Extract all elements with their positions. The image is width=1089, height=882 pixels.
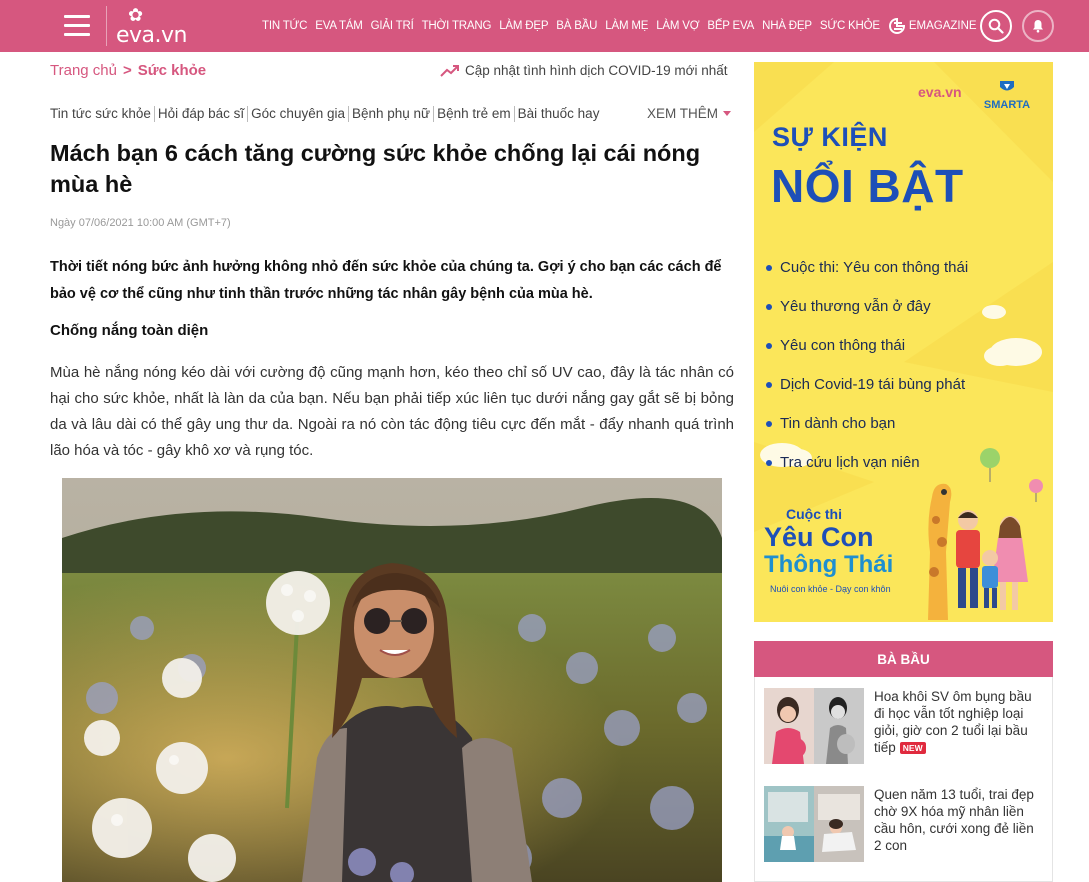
banner-event-label: Dịch Covid-19 tái bùng phát [780,376,966,393]
bullet-icon [766,342,772,349]
banner-event-label: Tra cứu lịch vạn niên [780,454,920,471]
new-badge: NEW [899,742,926,754]
breadcrumb: Trang chủ > Sức khỏe [50,62,206,79]
header-divider [106,6,107,46]
nav-bep-eva[interactable]: BẾP EVA [707,20,754,32]
list-item[interactable]: Quen năm 13 tuổi, trai đẹp chờ 9X hóa mỹ… [764,786,1044,862]
subnav-hoi-dap-bac-si[interactable]: Hỏi đáp bác sĩ [155,106,249,122]
nav-eva-tam[interactable]: EVA TÁM [315,20,363,32]
breadcrumb-home[interactable]: Trang chủ [50,62,117,79]
contest-line1: Cuộc thi [786,506,842,522]
bullet-icon [766,303,772,310]
news-title: Hoa khôi SV ôm bụng bầu đi học vẫn tốt n… [874,689,1032,755]
news-thumbnail[interactable] [764,786,864,862]
trending-up-icon [440,64,459,77]
nav-lam-dep[interactable]: LÀM ĐẸP [499,20,548,32]
top-navigation-bar: ✿ eva.vn TIN TỨC EVA TÁM GIẢI TRÍ THỜI T… [0,0,1089,52]
banner-event-item[interactable]: Dịch Covid-19 tái bùng phát [766,365,968,404]
nav-emagazine[interactable]: EMAGAZINE [888,18,977,34]
search-button[interactable] [980,10,1012,42]
smarta-shield-icon [1000,81,1014,91]
nav-thoi-trang[interactable]: THỜI TRANG [422,20,492,32]
list-item[interactable]: Hoa khôi SV ôm bụng bầu đi học vẫn tốt n… [764,688,1044,764]
nav-nha-dep[interactable]: NHÀ ĐẸP [762,20,812,32]
bullet-icon [766,420,772,427]
article-paragraph: Mùa hè nắng nóng kéo dài với cường độ cũ… [50,364,734,459]
banner-event-item[interactable]: Yêu con thông thái [766,326,968,365]
contest-tagline: Nuôi con khỏe - Dạy con khôn [770,584,891,594]
bell-icon [1033,20,1043,33]
nav-lam-vo[interactable]: LÀM VỢ [656,20,699,32]
banner-smarta-logo: SMARTA [978,80,1036,111]
banner-event-label: Yêu con thông thái [780,337,906,354]
nav-tin-tuc[interactable]: TIN TỨC [262,20,307,32]
bullet-icon [766,381,772,388]
bullet-icon [766,459,772,466]
subnav-bai-thuoc-hay[interactable]: Bài thuốc hay [515,106,603,122]
search-icon [988,18,1004,34]
banner-eva-logo: eva.vn [918,84,962,100]
article-subheading: Chống nắng toàn diện [50,322,209,339]
banner-event-item[interactable]: Yêu thương vẫn ở đây [766,287,968,326]
site-logo[interactable]: ✿ eva.vn [116,5,188,48]
nav-ba-bau[interactable]: BÀ BẦU [556,20,597,32]
hamburger-icon[interactable] [64,15,90,37]
news-title-link[interactable]: Hoa khôi SV ôm bụng bầu đi học vẫn tốt n… [874,688,1044,764]
news-thumbnail[interactable] [764,688,864,764]
subnav-tin-tuc-suc-khoe[interactable]: Tin tức sức khỏe [50,106,155,122]
subnav-goc-chuyen-gia[interactable]: Góc chuyên gia [248,106,349,122]
logo-text: eva.vn [116,23,188,48]
emagazine-icon [888,18,905,34]
see-more-label: XEM THÊM [647,106,719,121]
nav-suc-khoe[interactable]: SỨC KHỎE [820,20,880,32]
banner-event-label: Yêu thương vẫn ở đây [780,298,931,315]
emagazine-label: EMAGAZINE [908,20,977,32]
banner-event-item[interactable]: Cuộc thi: Yêu con thông thái [766,248,968,287]
article-lead: Thời tiết nóng bức ảnh hưởng không nhỏ đ… [50,259,722,302]
article-title: Mách bạn 6 cách tăng cường sức khỏe chốn… [50,140,701,197]
breadcrumb-current[interactable]: Sức khỏe [138,62,206,79]
covid-link-text: Cập nhật tình hình dịch COVID-19 mới nhấ… [465,63,728,78]
main-nav: TIN TỨC EVA TÁM GIẢI TRÍ THỜI TRANG LÀM … [258,0,977,52]
news-title-link[interactable]: Quen năm 13 tuổi, trai đẹp chờ 9X hóa mỹ… [874,786,1044,862]
banner-title-line1: SỰ KIỆN [772,122,888,152]
banner-title-line2: NỔI BẬT [771,160,964,212]
covid-update-link[interactable]: Cập nhật tình hình dịch COVID-19 mới nhấ… [440,63,728,78]
contest-line2: Yêu Con [764,522,874,552]
category-subnav: Tin tức sức khỏe Hỏi đáp bác sĩ Góc chuy… [50,106,602,122]
contest-line3: Thông Thái [764,551,894,578]
bullet-icon [766,264,772,271]
nav-lam-me[interactable]: LÀM MẸ [605,20,648,32]
subnav-benh-phu-nu[interactable]: Bệnh phụ nữ [349,106,435,122]
nav-giai-tri[interactable]: GIẢI TRÍ [371,20,414,32]
notifications-button[interactable] [1022,10,1054,42]
article-image [62,478,722,882]
breadcrumb-separator: > [122,62,132,79]
banner-event-label: Tin dành cho bạn [780,415,896,432]
article-date: Ngày 07/06/2021 10:00 AM (GMT+7) [50,217,231,229]
featured-events-banner[interactable]: eva.vn SMARTA SỰ KIỆN NỔI BẬT Cuộc thi: … [754,62,1053,622]
banner-event-label: Cuộc thi: Yêu con thông thái [780,259,969,276]
caret-down-icon [723,111,732,116]
see-more-dropdown[interactable]: XEM THÊM [647,106,732,121]
smarta-label: SMARTA [983,99,1031,111]
subnav-benh-tre-em[interactable]: Bệnh trẻ em [434,106,515,122]
family-giraffe-illustration [928,448,1043,620]
banner-event-item[interactable]: Tin dành cho bạn [766,404,968,443]
logo-flower-icon: ✿ [128,5,144,25]
ba-bau-heading[interactable]: BÀ BẦU [754,641,1053,677]
news-title: Quen năm 13 tuổi, trai đẹp chờ 9X hóa mỹ… [874,787,1034,853]
